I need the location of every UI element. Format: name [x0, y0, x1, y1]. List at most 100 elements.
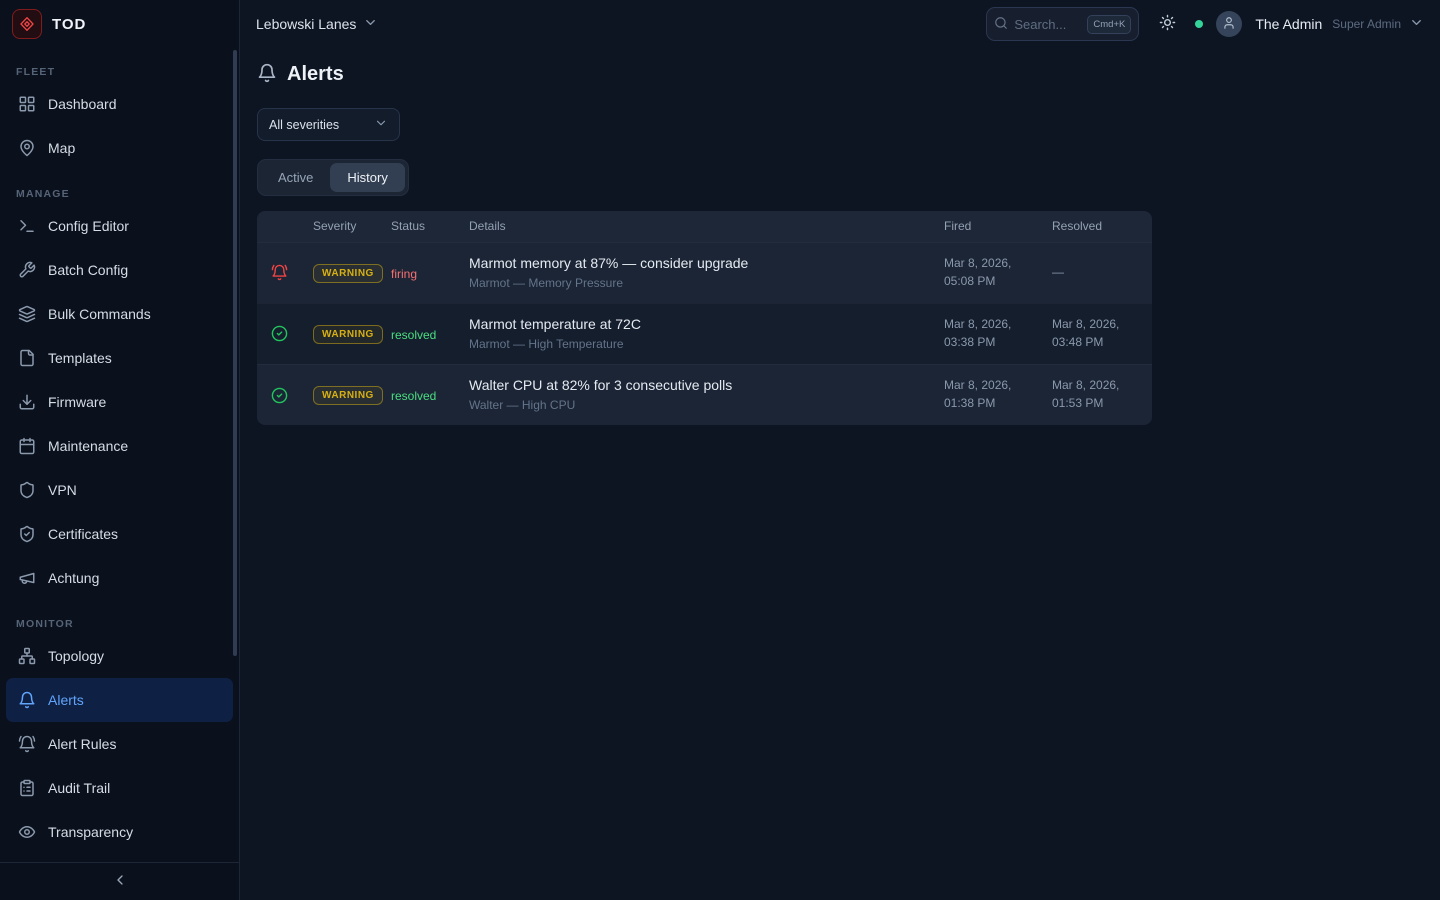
collapse-sidebar-button[interactable]	[105, 867, 135, 897]
table-row[interactable]: WARNING resolved Marmot temperature at 7…	[257, 303, 1152, 364]
sidebar-item-label: Alert Rules	[48, 736, 116, 752]
sidebar-item-audit-trail[interactable]: Audit Trail	[6, 766, 233, 810]
severity-filter-value: All severities	[269, 118, 339, 132]
sidebar-scrollbar[interactable]	[233, 50, 237, 656]
sidebar-item-bulk-commands[interactable]: Bulk Commands	[6, 292, 233, 336]
bell-ring-icon	[18, 735, 36, 753]
sidebar-item-label: Certificates	[48, 526, 118, 542]
bell-icon	[18, 691, 36, 709]
sidebar-item-label: Batch Config	[48, 262, 128, 278]
resolved-timestamp: Mar 8, 2026, 01:53 PM	[1040, 364, 1152, 425]
avatar[interactable]	[1216, 11, 1242, 37]
sidebar-item-topology[interactable]: Topology	[6, 634, 233, 678]
sidebar-header: TOD	[0, 0, 239, 48]
table-row[interactable]: WARNING firing Marmot memory at 87% — co…	[257, 242, 1152, 303]
page-title-row: Alerts	[257, 63, 1424, 86]
sidebar-item-label: Templates	[48, 350, 112, 366]
severity-badge: WARNING	[313, 325, 383, 344]
alert-title: Marmot temperature at 72C	[469, 316, 920, 332]
app-logo-icon	[12, 9, 42, 39]
col-severity: Severity	[301, 211, 379, 242]
eye-icon	[18, 823, 36, 841]
shield-check-icon	[18, 525, 36, 543]
file-icon	[18, 349, 36, 367]
org-name: Lebowski Lanes	[256, 16, 356, 32]
alert-title: Walter CPU at 82% for 3 consecutive poll…	[469, 377, 920, 393]
search-box[interactable]: Cmd+K	[986, 7, 1139, 41]
resolved-timestamp: Mar 8, 2026, 03:48 PM	[1040, 303, 1152, 364]
map-pin-icon	[18, 139, 36, 157]
sidebar-item-alert-rules[interactable]: Alert Rules	[6, 722, 233, 766]
tab-active[interactable]: Active	[261, 163, 330, 192]
alert-subtitle: Marmot — High Temperature	[469, 337, 920, 351]
alerts-tabs: Active History	[257, 159, 409, 196]
network-icon	[18, 647, 36, 665]
sidebar-item-label: Firmware	[48, 394, 106, 410]
search-shortcut-badge: Cmd+K	[1087, 15, 1131, 34]
download-icon	[18, 393, 36, 411]
user-role: Super Admin	[1332, 17, 1401, 31]
table-row[interactable]: WARNING resolved Walter CPU at 82% for 3…	[257, 364, 1152, 425]
user-menu[interactable]: The Admin Super Admin	[1255, 15, 1424, 33]
page-title: Alerts	[287, 63, 344, 86]
calendar-icon	[18, 437, 36, 455]
sidebar-section-fleet: FLEET	[16, 66, 223, 78]
search-input[interactable]	[1014, 17, 1081, 32]
search-icon	[994, 16, 1008, 33]
col-details: Details	[457, 211, 932, 242]
col-icon	[257, 211, 301, 242]
sidebar-item-maintenance[interactable]: Maintenance	[6, 424, 233, 468]
severity-badge: WARNING	[313, 386, 383, 405]
shield-icon	[18, 481, 36, 499]
sidebar-item-label: Audit Trail	[48, 780, 110, 796]
sidebar-item-label: Map	[48, 140, 75, 156]
bell-icon	[257, 63, 277, 86]
fired-timestamp: Mar 8, 2026, 03:38 PM	[932, 303, 1040, 364]
org-selector[interactable]: Lebowski Lanes	[256, 15, 378, 33]
chevron-down-icon	[374, 116, 388, 133]
severity-filter-select[interactable]: All severities	[257, 108, 400, 141]
alerts-table: Severity Status Details Fired Resolved W…	[257, 211, 1152, 425]
status-text: firing	[391, 267, 417, 281]
alert-subtitle: Marmot — Memory Pressure	[469, 276, 920, 290]
table-header-row: Severity Status Details Fired Resolved	[257, 211, 1152, 242]
connection-status-dot	[1195, 20, 1203, 28]
layers-icon	[18, 305, 36, 323]
tab-history[interactable]: History	[330, 163, 404, 192]
sidebar-item-achtung[interactable]: Achtung	[6, 556, 233, 600]
megaphone-icon	[18, 569, 36, 587]
sun-icon	[1159, 14, 1176, 34]
sidebar-item-dashboard[interactable]: Dashboard	[6, 82, 233, 126]
sidebar: TOD FLEET Dashboard Map MANAGE Config Ed…	[0, 0, 240, 900]
alert-subtitle: Walter — High CPU	[469, 398, 920, 412]
chevron-left-icon	[112, 872, 128, 891]
sidebar-item-alerts[interactable]: Alerts	[6, 678, 233, 722]
sidebar-item-map[interactable]: Map	[6, 126, 233, 170]
check-circle-icon	[271, 386, 288, 402]
sidebar-item-label: Alerts	[48, 692, 84, 708]
main-area: Lebowski Lanes Cmd+K The Admin	[240, 0, 1440, 900]
sidebar-section-manage: MANAGE	[16, 188, 223, 200]
sidebar-item-firmware[interactable]: Firmware	[6, 380, 233, 424]
sidebar-item-label: Topology	[48, 648, 104, 664]
terminal-icon	[18, 217, 36, 235]
fired-timestamp: Mar 8, 2026, 05:08 PM	[932, 242, 1040, 303]
sidebar-item-config-editor[interactable]: Config Editor	[6, 204, 233, 248]
app-root: TOD FLEET Dashboard Map MANAGE Config Ed…	[0, 0, 1440, 900]
sidebar-item-templates[interactable]: Templates	[6, 336, 233, 380]
sidebar-item-certificates[interactable]: Certificates	[6, 512, 233, 556]
sidebar-item-label: VPN	[48, 482, 77, 498]
sidebar-item-label: Dashboard	[48, 96, 117, 112]
sidebar-item-transparency[interactable]: Transparency	[6, 810, 233, 854]
sidebar-nav: FLEET Dashboard Map MANAGE Config Editor…	[0, 48, 239, 862]
sidebar-section-monitor: MONITOR	[16, 618, 223, 630]
col-resolved: Resolved	[1040, 211, 1152, 242]
sidebar-item-label: Bulk Commands	[48, 306, 151, 322]
sidebar-item-batch-config[interactable]: Batch Config	[6, 248, 233, 292]
content: Alerts All severities Active History	[240, 48, 1440, 425]
theme-toggle-button[interactable]	[1152, 9, 1182, 39]
sidebar-item-vpn[interactable]: VPN	[6, 468, 233, 512]
severity-badge: WARNING	[313, 264, 383, 283]
alert-title: Marmot memory at 87% — consider upgrade	[469, 255, 920, 271]
sidebar-footer	[0, 862, 239, 900]
